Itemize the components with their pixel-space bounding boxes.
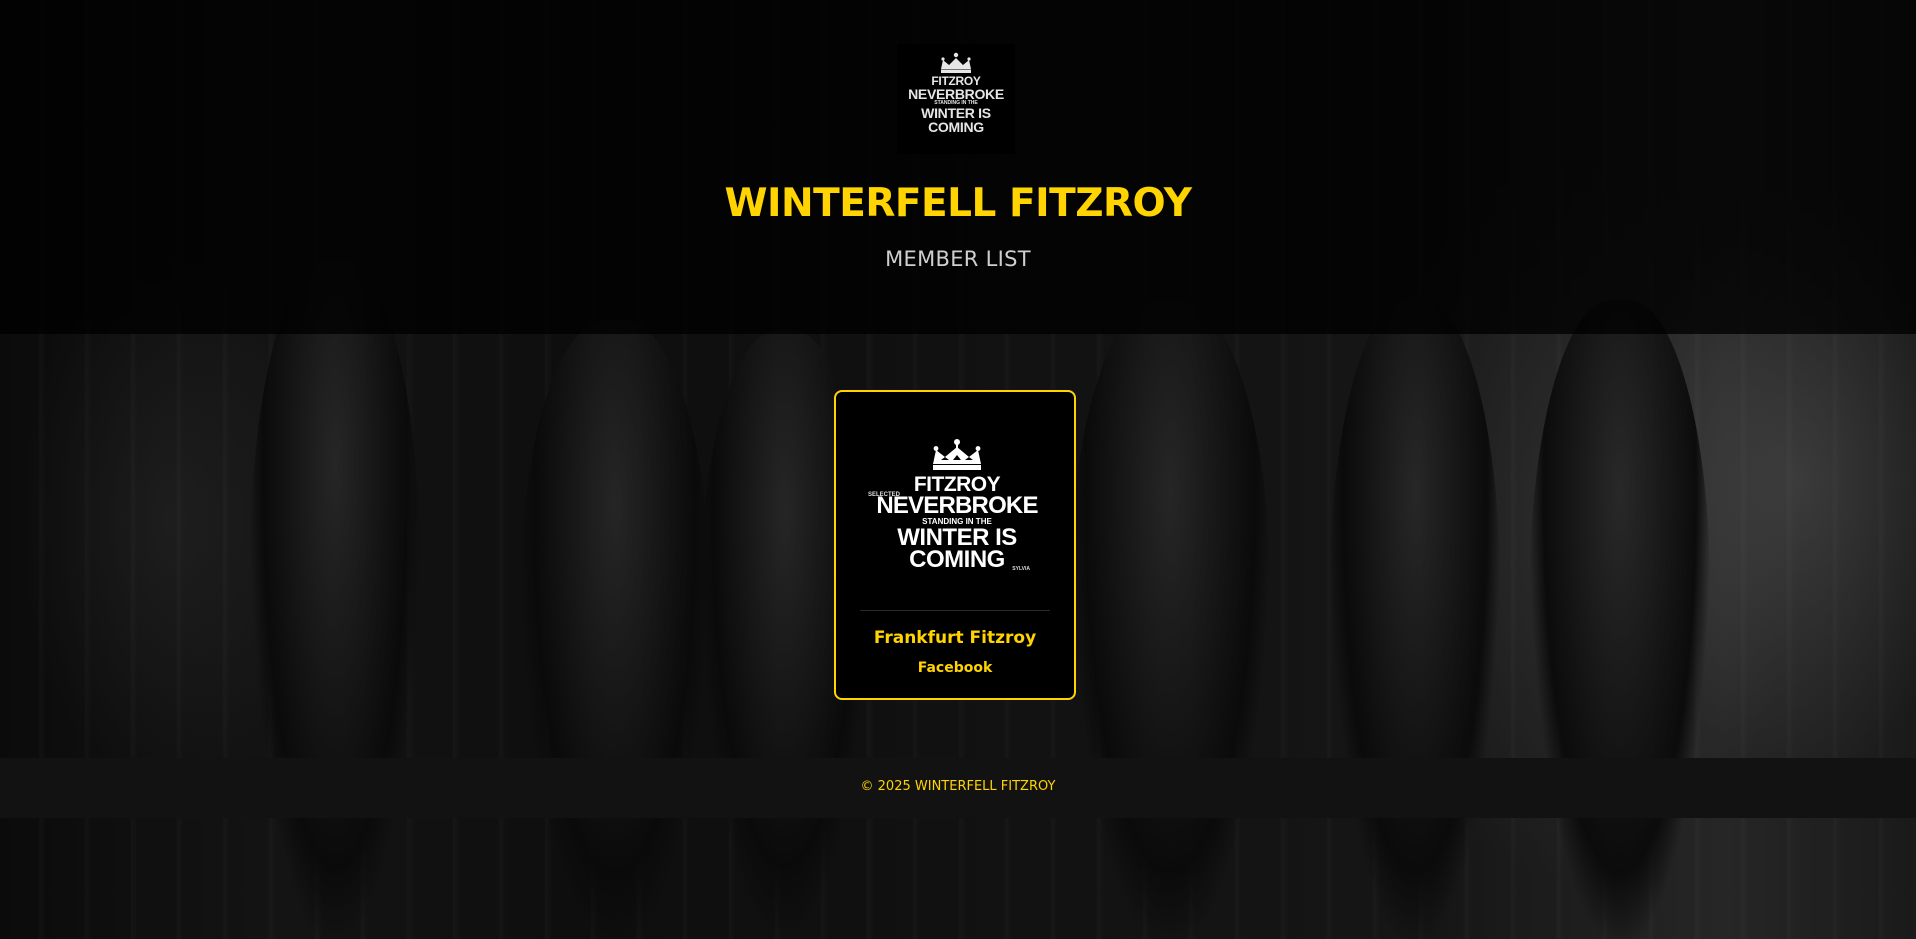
site-header: FITZROY NEVERBROKE STANDING IN THE WINTE… bbox=[0, 0, 1916, 334]
member-list: SELECTED FITZROY NEVERBROKE STANDING IN … bbox=[0, 334, 1916, 758]
member-name: Frankfurt Fitzroy bbox=[873, 628, 1037, 648]
logo-line-2: NEVERBROKE bbox=[908, 86, 1004, 102]
facebook-link[interactable]: Facebook bbox=[836, 660, 1074, 676]
page-title: WINTERFELL FITZROY bbox=[724, 181, 1192, 226]
page-subtitle: MEMBER LIST bbox=[885, 247, 1031, 271]
site-logo[interactable]: FITZROY NEVERBROKE STANDING IN THE WINTE… bbox=[897, 44, 1015, 154]
card-divider bbox=[860, 610, 1050, 611]
crown-icon bbox=[933, 439, 981, 470]
page: FITZROY NEVERBROKE STANDING IN THE WINTE… bbox=[0, 0, 1916, 939]
logo-line-4: WINTER IS bbox=[921, 105, 991, 121]
copyright-text: © 2025 WINTERFELL FITZROY bbox=[860, 779, 1056, 794]
logo-line-2: NEVERBROKE bbox=[876, 492, 1038, 519]
crown-icon bbox=[941, 52, 971, 73]
member-logo: SELECTED FITZROY NEVERBROKE STANDING IN … bbox=[866, 438, 1048, 574]
site-footer: © 2025 WINTERFELL FITZROY bbox=[0, 758, 1916, 818]
logo-side-right: SYLVIA bbox=[1012, 566, 1030, 572]
member-card: SELECTED FITZROY NEVERBROKE STANDING IN … bbox=[834, 390, 1076, 700]
logo-side-left: SELECTED bbox=[868, 492, 901, 498]
logo-line-5: COMING bbox=[928, 119, 984, 135]
